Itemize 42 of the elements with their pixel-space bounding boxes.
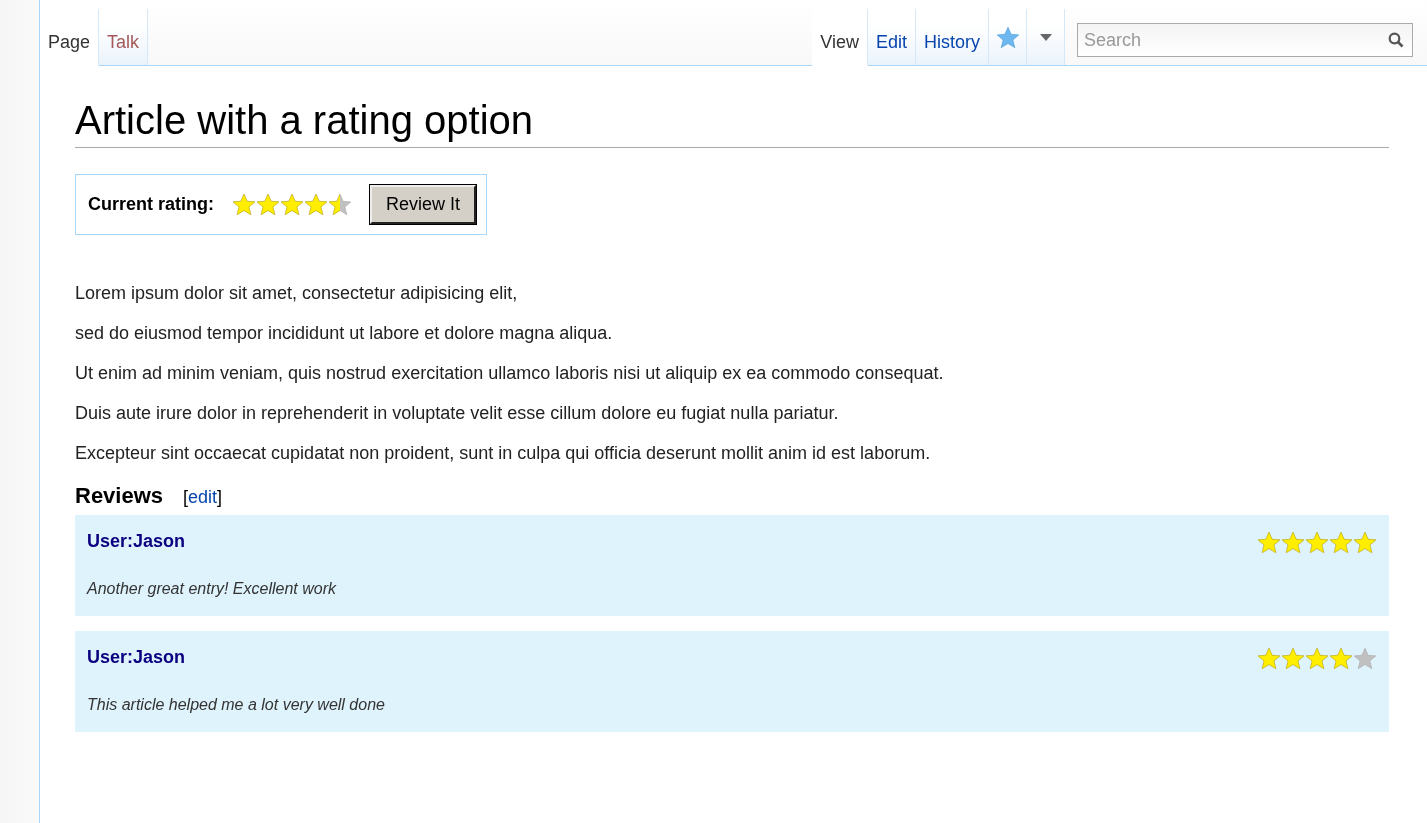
page-title: Article with a rating option: [75, 98, 1389, 148]
star-icon: [1329, 531, 1353, 554]
edit-link[interactable]: edit: [188, 487, 218, 507]
bracket: [: [183, 487, 189, 507]
tab[interactable]: History: [916, 9, 989, 65]
review-button[interactable]: Review It: [370, 185, 477, 224]
search-field[interactable]: Search: [1077, 23, 1413, 57]
star-icon: [1281, 531, 1305, 554]
star-icon: [1353, 647, 1377, 670]
star-icon: [1257, 531, 1281, 554]
caret-icon: [1039, 33, 1052, 41]
review-comment: Another great entry! Excellent work: [87, 580, 336, 598]
section-heading: Reviews: [75, 483, 164, 509]
paragraph: sed do eiusmod tempor incididunt ut labore et dolore magna aliqua.: [75, 323, 614, 344]
star-icon: [1281, 647, 1305, 670]
review-comment: This article helped me a lot very well done: [87, 696, 385, 714]
star-icon: [1329, 647, 1353, 670]
tab[interactable]: View: [812, 9, 868, 66]
search-icon: [1388, 32, 1404, 48]
paragraph: Excepteur sint occaecat cupidatat non proident, sunt in culpa qui officia deserunt mollit anim id est laborum.: [75, 443, 932, 464]
rating-label: Current rating:: [88, 194, 214, 215]
paragraph: Duis aute irure dolor in reprehenderit in voluptate velit esse cillum dolore eu fugiat nulla pariatur.: [75, 403, 840, 424]
star-icon: [1257, 647, 1281, 670]
user-link[interactable]: User:Jason: [87, 647, 186, 667]
tab[interactable]: Talk: [99, 9, 149, 65]
star-icon: [1353, 531, 1377, 554]
star-icon: [995, 25, 1020, 49]
tab[interactable]: Page: [40, 9, 100, 66]
star-icon: [280, 193, 304, 216]
paragraph: Ut enim ad minim veniam, quis nostrud exercitation ullamco laboris nisi ut aliquip ex ea commodo consequat.: [75, 363, 945, 384]
watch-button[interactable]: [989, 9, 1027, 65]
tab[interactable]: Edit: [867, 9, 916, 65]
star-icon: [256, 193, 280, 216]
paragraph: Lorem ipsum dolor sit amet, consectetur adipisicing elit,: [75, 283, 519, 304]
more-menu-button[interactable]: [1027, 9, 1065, 65]
star-icon: [328, 193, 352, 216]
star-icon: [304, 193, 328, 216]
star-icon: [232, 193, 256, 216]
user-link[interactable]: User:Jason: [87, 531, 186, 551]
star-icon: [1305, 647, 1329, 670]
star-icon: [1305, 531, 1329, 554]
bracket: ]: [217, 487, 223, 507]
